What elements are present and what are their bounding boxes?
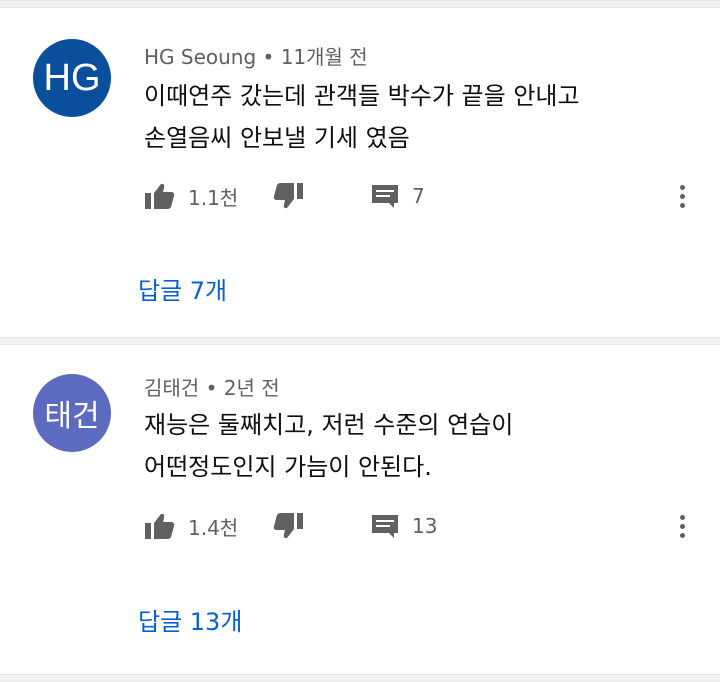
comment-divider — [0, 337, 720, 345]
thumb-up-icon — [145, 513, 175, 539]
author-name[interactable]: HG Seoung — [144, 45, 256, 69]
avatar[interactable]: 태건 — [33, 374, 111, 452]
comment-time[interactable]: 2년 전 — [224, 376, 280, 400]
like-count: 1.1천 — [188, 185, 239, 210]
meta-dot: • — [205, 376, 224, 400]
view-replies-link[interactable]: 답글 7개 — [138, 271, 227, 306]
thumb-up-icon — [145, 183, 175, 209]
comment-item: HG HG Seoung • 11개월 전 이때연주 갔는데 관객들 박수가 끝… — [0, 8, 720, 337]
author-name[interactable]: 김태건 — [144, 376, 199, 400]
avatar-initials: 태건 — [44, 400, 100, 433]
comment-time[interactable]: 11개월 전 — [281, 45, 368, 69]
comment-actions: 1.1천 7 — [144, 179, 720, 213]
more-vert-icon[interactable] — [672, 179, 692, 213]
reply-comment-icon — [372, 185, 398, 208]
comment-text-line: 이때연주 갔는데 관객들 박수가 끝을 안내고 — [144, 82, 580, 110]
dislike-button[interactable] — [272, 179, 304, 213]
thumb-down-icon — [273, 513, 303, 539]
dislike-button[interactable] — [272, 509, 304, 543]
comment-text-line: 재능은 둘째치고, 저런 수준의 연습이 — [144, 411, 514, 439]
comment-item: 태건 김태건 • 2년 전 재능은 둘째치고, 저런 수준의 연습이 어떤정도인… — [0, 345, 720, 674]
more-vert-icon[interactable] — [672, 509, 692, 543]
comment-actions: 1.4천 13 — [144, 509, 720, 543]
comment-text: 재능은 둘째치고, 저런 수준의 연습이 어떤정도인지 가늠이 안된다. — [144, 404, 513, 488]
comment-text: 이때연주 갔는데 관객들 박수가 끝을 안내고 손열음씨 안보낼 기세 였음 — [144, 75, 580, 159]
thumb-down-icon — [273, 183, 303, 209]
like-button[interactable]: 1.4천 — [144, 509, 238, 543]
comment-text-line: 손열음씨 안보낼 기세 였음 — [144, 124, 410, 152]
avatar[interactable]: HG — [33, 39, 111, 117]
comment-text-line: 어떤정도인지 가늠이 안된다. — [144, 453, 432, 481]
comment-meta: HG Seoung • 11개월 전 — [144, 41, 368, 70]
meta-dot: • — [262, 45, 281, 69]
avatar-initials: HG — [43, 56, 101, 99]
like-count: 1.4천 — [188, 515, 239, 540]
reply-button[interactable]: 7 — [370, 179, 425, 213]
like-button[interactable]: 1.1천 — [144, 179, 238, 213]
reply-comment-icon — [372, 515, 398, 538]
reply-count: 7 — [412, 184, 425, 208]
reply-button[interactable]: 13 — [370, 509, 437, 543]
comment-meta: 김태건 • 2년 전 — [144, 372, 280, 401]
view-replies-link[interactable]: 답글 13개 — [138, 602, 242, 637]
reply-count: 13 — [412, 514, 438, 538]
top-divider — [0, 0, 720, 8]
